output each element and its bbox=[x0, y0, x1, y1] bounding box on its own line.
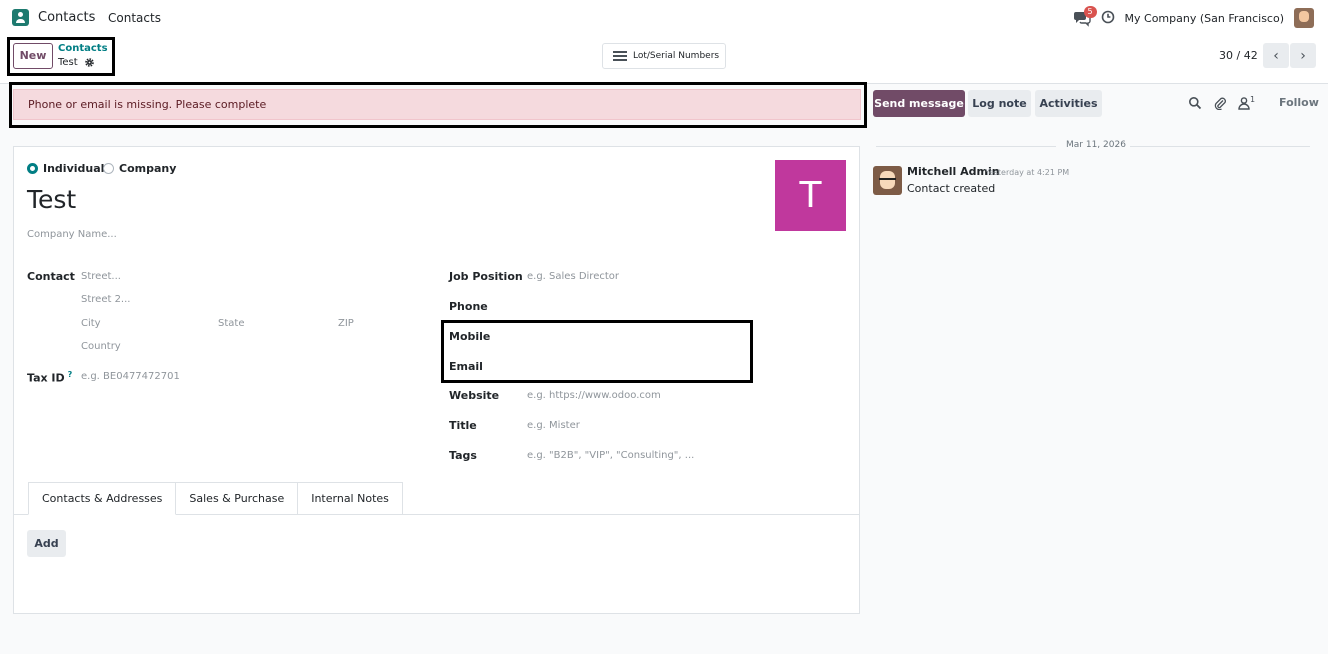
systray: 5 My Company (San Francisco) bbox=[1073, 6, 1314, 28]
email-input[interactable] bbox=[527, 357, 747, 375]
company-name-input[interactable]: Company Name... bbox=[27, 229, 117, 240]
messages-icon[interactable]: 5 bbox=[1073, 6, 1097, 27]
tab-sales-purchase[interactable]: Sales & Purchase bbox=[176, 482, 299, 515]
tax-id-label-text: Tax ID bbox=[27, 371, 65, 385]
help-icon[interactable]: ? bbox=[68, 370, 73, 379]
follower-count: 1 bbox=[1250, 95, 1256, 104]
tax-id-input[interactable]: e.g. BE0477472701 bbox=[81, 371, 180, 382]
activities-button[interactable]: Activities bbox=[1035, 90, 1102, 117]
contact-name-field[interactable]: Test bbox=[27, 185, 76, 214]
message-body: Contact created bbox=[907, 182, 996, 195]
contact-avatar[interactable]: T bbox=[775, 160, 846, 231]
radio-company[interactable]: Company bbox=[103, 162, 176, 175]
form-sheet: Individual Company Test Company Name... … bbox=[13, 146, 860, 614]
new-button[interactable]: New bbox=[13, 43, 53, 69]
activity-clock-icon[interactable] bbox=[1101, 10, 1115, 27]
tags-label: Tags bbox=[449, 449, 477, 462]
tab-contacts-addresses[interactable]: Contacts & Addresses bbox=[28, 482, 177, 515]
author-avatar[interactable] bbox=[873, 166, 902, 195]
contacts-app-icon[interactable] bbox=[12, 9, 29, 26]
email-label: Email bbox=[449, 360, 483, 373]
mobile-input[interactable] bbox=[527, 327, 747, 345]
follow-button[interactable]: Follow bbox=[1279, 96, 1319, 109]
notebook-tabs: Contacts & Addresses Sales & Purchase In… bbox=[28, 482, 403, 515]
street2-input[interactable]: Street 2... bbox=[81, 294, 130, 305]
job-position-label: Job Position bbox=[449, 270, 523, 283]
control-panel: New Contacts Test Lot/Serial Numbers 30 … bbox=[0, 36, 1328, 84]
tags-input[interactable]: e.g. "B2B", "VIP", "Consulting", ... bbox=[527, 450, 694, 461]
title-label: Title bbox=[449, 419, 477, 432]
pager-value[interactable]: 30 / 42 bbox=[1219, 49, 1258, 62]
zip-input[interactable]: ZIP bbox=[338, 318, 354, 329]
tab-internal-notes[interactable]: Internal Notes bbox=[298, 482, 403, 515]
search-icon[interactable] bbox=[1188, 96, 1202, 110]
chevron-left-icon: ‹ bbox=[1273, 47, 1279, 64]
radio-unselected-icon bbox=[103, 163, 114, 174]
date-separator-line-right bbox=[1130, 146, 1310, 147]
title-input[interactable]: e.g. Mister bbox=[527, 420, 580, 431]
paperclip-icon[interactable] bbox=[1213, 96, 1227, 110]
radio-company-label: Company bbox=[119, 162, 177, 175]
pager-previous-button[interactable]: ‹ bbox=[1263, 43, 1289, 68]
breadcrumb-current: Test bbox=[58, 57, 78, 68]
country-input[interactable]: Country bbox=[81, 341, 121, 352]
radio-individual-label: Individual bbox=[43, 162, 105, 175]
website-label: Website bbox=[449, 389, 500, 402]
radio-individual[interactable]: Individual bbox=[27, 162, 104, 175]
company-switcher[interactable]: My Company (San Francisco) bbox=[1125, 12, 1284, 25]
message-time: Yesterday at 4:21 PM bbox=[985, 168, 1070, 177]
job-position-input[interactable]: e.g. Sales Director bbox=[527, 271, 619, 282]
user-avatar[interactable] bbox=[1294, 8, 1314, 28]
lot-serial-label: Lot/Serial Numbers bbox=[633, 51, 720, 61]
gear-icon[interactable] bbox=[84, 57, 95, 68]
date-separator: Mar 11, 2026 bbox=[1062, 140, 1130, 150]
mobile-label: Mobile bbox=[449, 330, 491, 343]
top-navbar: Contacts Contacts 5 My Company (San Fran… bbox=[0, 0, 1328, 36]
tax-id-label: Tax ID? bbox=[27, 370, 72, 385]
website-input[interactable]: e.g. https://www.odoo.com bbox=[527, 390, 661, 401]
phone-input[interactable] bbox=[527, 297, 747, 315]
add-button[interactable]: Add bbox=[27, 530, 66, 557]
date-separator-line-left bbox=[876, 146, 1056, 147]
send-message-button[interactable]: Send message bbox=[873, 90, 965, 117]
missing-info-alert: Phone or email is missing. Please comple… bbox=[13, 89, 861, 120]
city-input[interactable]: City bbox=[81, 318, 101, 329]
log-note-button[interactable]: Log note bbox=[968, 90, 1031, 117]
street-input[interactable]: Street... bbox=[81, 271, 121, 282]
phone-label: Phone bbox=[449, 300, 488, 313]
pager-next-button[interactable]: › bbox=[1290, 43, 1316, 68]
state-input[interactable]: State bbox=[218, 318, 244, 329]
chevron-right-icon: › bbox=[1300, 47, 1306, 64]
radio-selected-icon bbox=[27, 163, 38, 174]
lot-serial-numbers-button[interactable]: Lot/Serial Numbers bbox=[602, 43, 726, 69]
menu-item-contacts[interactable]: Contacts bbox=[108, 11, 161, 25]
followers-icon[interactable] bbox=[1237, 96, 1251, 110]
app-name[interactable]: Contacts bbox=[38, 10, 95, 25]
contact-label: Contact bbox=[27, 270, 75, 283]
breadcrumb-parent[interactable]: Contacts bbox=[58, 43, 108, 54]
messages-badge: 5 bbox=[1083, 6, 1097, 18]
list-icon bbox=[613, 51, 627, 61]
